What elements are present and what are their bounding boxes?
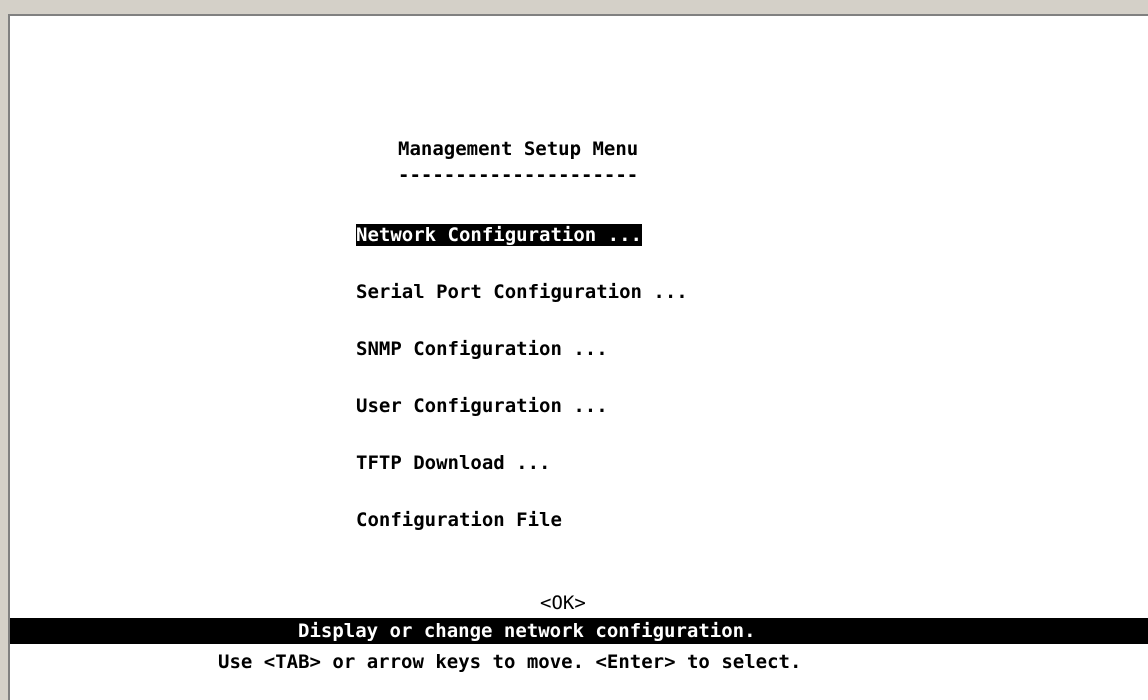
menu-item-user-configuration[interactable]: User Configuration ... [356, 395, 608, 417]
ok-button[interactable]: <OK> [540, 592, 586, 614]
menu-item-configuration-file[interactable]: Configuration File [356, 509, 562, 531]
menu-title: Management Setup Menu [398, 138, 639, 160]
terminal-screen: Management Setup Menu ------------------… [8, 14, 1148, 700]
menu-item-tftp-download[interactable]: TFTP Download ... [356, 452, 550, 474]
window-frame: Management Setup Menu ------------------… [0, 0, 1148, 700]
menu-item-network-configuration[interactable]: Network Configuration ... [356, 224, 642, 246]
help-text: Use <TAB> or arrow keys to move. <Enter>… [218, 651, 802, 673]
status-bar: Display or change network configuration. [10, 618, 1148, 644]
status-description: Display or change network configuration. [298, 620, 756, 642]
menu-item-snmp-configuration[interactable]: SNMP Configuration ... [356, 338, 608, 360]
menu-item-serial-port-configuration[interactable]: Serial Port Configuration ... [356, 281, 688, 303]
menu-title-underline: --------------------- [398, 164, 639, 186]
